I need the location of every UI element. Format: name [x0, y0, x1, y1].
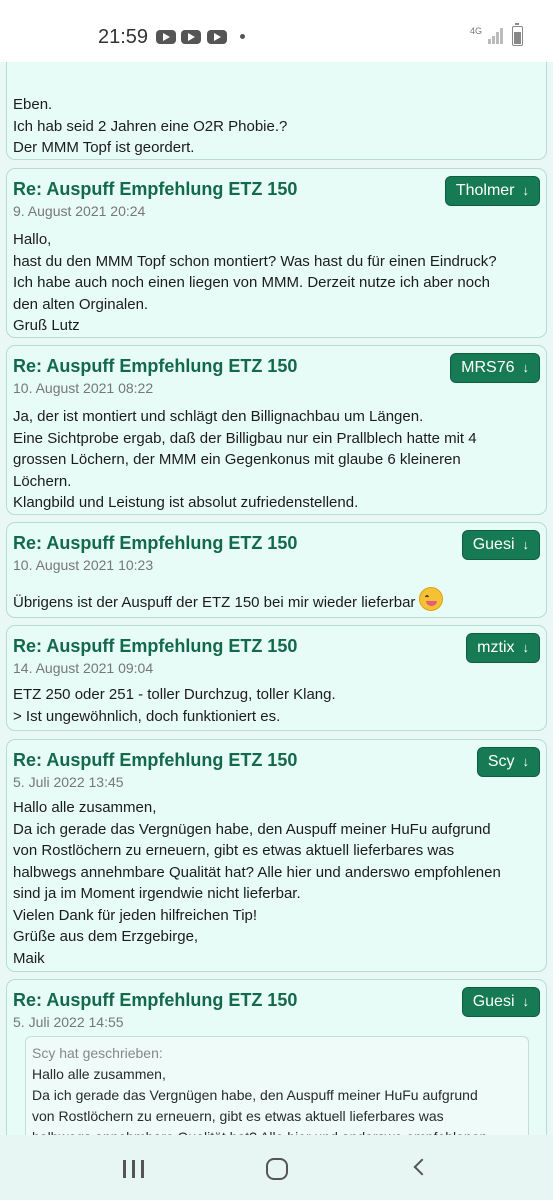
- post-text-line: von Rostlöchern zu erneuern, gibt es etw…: [13, 842, 455, 859]
- post-body: Ja, der ist montiert und schlägt den Bil…: [13, 406, 536, 514]
- author-name: Guesi: [472, 536, 515, 553]
- arrow-down-icon: ↓: [522, 994, 530, 1009]
- post-text-line: Maik: [13, 949, 45, 967]
- post-title[interactable]: Re: Auspuff Empfehlung ETZ 150: [13, 356, 297, 377]
- post-text-line: Eine Sichtprobe ergab, daß der Billigbau…: [13, 429, 477, 447]
- post-text-line: Der MMM Topf ist geordert.: [13, 139, 195, 156]
- forum-post: Re: Auspuff Empfehlung ETZ 150 10. Augus…: [6, 345, 547, 515]
- post-title[interactable]: Re: Auspuff Empfehlung ETZ 150: [13, 990, 297, 1011]
- youtube-notification-icon: [207, 30, 227, 44]
- post-text-line: ETZ 250 oder 251 - toller Durchzug, toll…: [13, 686, 336, 703]
- quote-text-line: Hallo alle zusammen,: [32, 1066, 166, 1082]
- post-text-line: halbwegs annehmbare Qualität hat? Alle h…: [13, 863, 501, 881]
- author-button[interactable]: MRS76 ↓: [450, 353, 540, 383]
- status-bar: 21:59 4G: [0, 0, 553, 62]
- post-text-line: Klangbild und Leistung ist absolut zufri…: [13, 494, 359, 511]
- author-name: Scy: [487, 753, 515, 770]
- system-navigation-bar: [0, 1135, 553, 1200]
- post-text-line: Übrigens ist der Auspuff der ETZ 150 bei…: [13, 594, 416, 611]
- post-text-line: Vielen Dank für jeden hilfreichen Tip!: [13, 906, 258, 924]
- forum-post: Re: Auspuff Empfehlung ETZ 150 5. Juli 2…: [6, 739, 547, 972]
- thread-content[interactable]: Eben. Ich hab seid 2 Jahren eine O2R Pho…: [0, 62, 553, 1135]
- author-name: mztix: [477, 639, 515, 656]
- arrow-down-icon: ↓: [522, 360, 530, 375]
- post-body: Hallo alle zusammen, Da ich gerade das V…: [13, 797, 536, 969]
- post-text-line: Da ich gerade das Vergnügen habe, den Au…: [13, 820, 491, 838]
- author-name: Tholmer: [455, 182, 515, 199]
- post-text-line: Eben.: [13, 96, 53, 113]
- home-icon[interactable]: [266, 1158, 288, 1180]
- forum-post: Re: Auspuff Empfehlung ETZ 150 14. Augus…: [6, 625, 547, 731]
- post-body: Hallo, hast du den MMM Topf schon montie…: [13, 229, 536, 337]
- back-icon[interactable]: [413, 1158, 431, 1176]
- quote-header: Scy hat geschrieben:: [32, 1045, 163, 1061]
- forum-post: Re: Auspuff Empfehlung ETZ 150 10. Augus…: [6, 522, 547, 618]
- post-text-line: sind ja im Moment irgendwie nicht liefer…: [13, 885, 301, 902]
- arrow-down-icon: ↓: [522, 183, 530, 198]
- post-text-line: Ja, der ist montiert und schlägt den Bil…: [13, 408, 424, 425]
- post-date: 10. August 2021 10:23: [13, 557, 154, 573]
- network-type-label: 4G: [470, 26, 483, 36]
- post-text-line: den alten Orginalen.: [13, 295, 149, 313]
- youtube-notification-icon: [156, 30, 176, 44]
- post-body: Eben. Ich hab seid 2 Jahren eine O2R Pho…: [13, 94, 536, 159]
- post-title[interactable]: Re: Auspuff Empfehlung ETZ 150: [13, 750, 297, 771]
- author-button[interactable]: Tholmer ↓: [444, 176, 540, 206]
- quote-text-line: Da ich gerade das Vergnügen habe, den Au…: [32, 1087, 478, 1103]
- post-date: 9. August 2021 20:24: [13, 203, 146, 219]
- post-text-line: Gruß Lutz: [13, 317, 80, 334]
- status-time: 21:59: [98, 26, 149, 48]
- forum-post: Re: Auspuff Empfehlung ETZ 150 9. August…: [6, 168, 547, 338]
- battery-icon: [512, 23, 523, 46]
- forum-post: Eben. Ich hab seid 2 Jahren eine O2R Pho…: [6, 62, 547, 160]
- quote-text-line: von Rostlöchern zu erneuern, gibt es etw…: [32, 1108, 444, 1124]
- more-notifications-dot-icon: [240, 34, 245, 39]
- post-date: 10. August 2021 08:22: [13, 380, 154, 396]
- post-date: 5. Juli 2022 13:45: [13, 774, 124, 790]
- post-text-line: Hallo alle zusammen,: [13, 799, 157, 816]
- post-text-line: Grüße aus dem Erzgebirge,: [13, 928, 199, 945]
- author-button[interactable]: Guesi ↓: [461, 530, 540, 560]
- post-title[interactable]: Re: Auspuff Empfehlung ETZ 150: [13, 533, 297, 554]
- arrow-down-icon: ↓: [522, 640, 530, 655]
- arrow-down-icon: ↓: [522, 754, 530, 769]
- author-button[interactable]: Scy ↓: [476, 747, 540, 777]
- signal-strength-icon: [488, 28, 504, 44]
- grinning-tongue-emoji-icon: [419, 587, 444, 611]
- post-text-line: > Ist ungewöhnlich, doch funktioniert es…: [13, 707, 281, 725]
- post-text-line: Ich habe auch noch einen liegen von MMM.…: [13, 274, 490, 291]
- author-button[interactable]: mztix ↓: [466, 633, 540, 663]
- forum-post: Re: Auspuff Empfehlung ETZ 150 5. Juli 2…: [6, 979, 547, 1135]
- author-name: Guesi: [472, 993, 515, 1010]
- recent-apps-icon[interactable]: [123, 1160, 145, 1178]
- youtube-notification-icon: [181, 30, 201, 44]
- post-text-line: grossen Löchern, der MMM ein Gegenkonus …: [13, 451, 461, 468]
- post-body: ETZ 250 oder 251 - toller Durchzug, toll…: [13, 684, 536, 727]
- quote-text-line: halbwegs annehmbare Qualität hat? Alle h…: [32, 1127, 522, 1135]
- post-text-line: Löchern.: [13, 472, 72, 490]
- post-body: Übrigens ist der Auspuff der ETZ 150 bei…: [13, 587, 536, 614]
- quote-block: Scy hat geschrieben: Hallo alle zusammen…: [25, 1036, 529, 1135]
- post-title[interactable]: Re: Auspuff Empfehlung ETZ 150: [13, 179, 297, 200]
- post-title[interactable]: Re: Auspuff Empfehlung ETZ 150: [13, 636, 297, 657]
- post-text-line: Hallo,: [13, 231, 52, 248]
- post-text-line: Ich hab seid 2 Jahren eine O2R Phobie.?: [13, 117, 288, 135]
- arrow-down-icon: ↓: [522, 537, 530, 552]
- post-date: 14. August 2021 09:04: [13, 660, 154, 676]
- post-text-line: hast du den MMM Topf schon montiert? Was…: [13, 252, 497, 270]
- author-name: MRS76: [461, 359, 515, 376]
- author-button[interactable]: Guesi ↓: [461, 987, 540, 1017]
- post-date: 5. Juli 2022 14:55: [13, 1014, 124, 1030]
